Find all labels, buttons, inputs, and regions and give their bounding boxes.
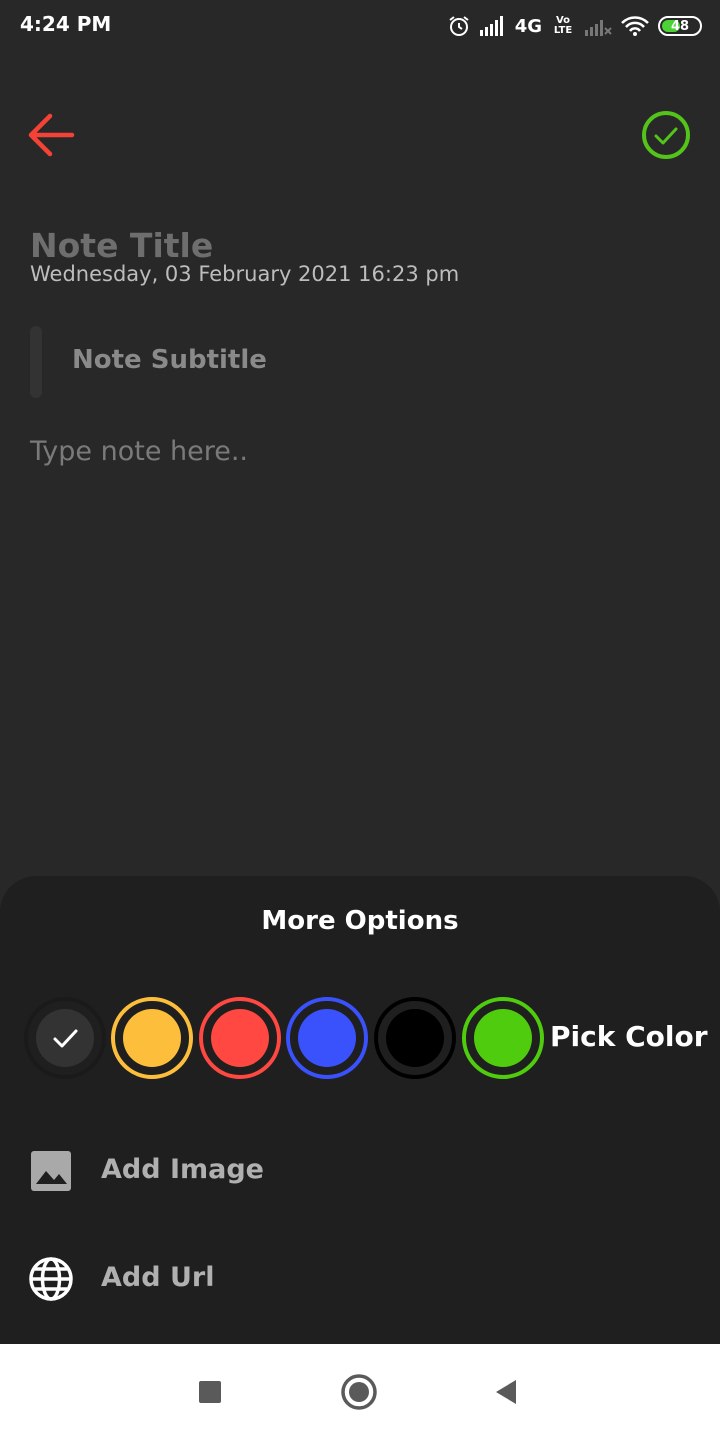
save-note-button[interactable] bbox=[640, 109, 692, 161]
note-subtitle-input[interactable]: Note Subtitle bbox=[72, 345, 267, 375]
circle-icon bbox=[341, 1374, 377, 1410]
square-icon bbox=[199, 1381, 221, 1403]
nav-back-button[interactable] bbox=[480, 1366, 532, 1418]
recents-button[interactable] bbox=[184, 1366, 236, 1418]
wifi-icon bbox=[621, 16, 649, 36]
color-swatch-red[interactable] bbox=[199, 997, 281, 1079]
back-button[interactable] bbox=[24, 108, 78, 162]
pick-color-label: Pick Color bbox=[550, 1020, 708, 1053]
home-button[interactable] bbox=[333, 1366, 385, 1418]
check-circle-icon bbox=[642, 111, 690, 159]
status-bar: 4:24 PM 4G Vo LTE 48 bbox=[0, 0, 720, 52]
signal-icon bbox=[479, 16, 503, 36]
arrow-left-icon bbox=[28, 113, 75, 157]
color-swatch-default[interactable] bbox=[24, 997, 106, 1079]
note-date: Wednesday, 03 February 2021 16:23 pm bbox=[30, 262, 460, 286]
battery-level: 48 bbox=[670, 18, 690, 34]
note-title-input[interactable]: Note Title bbox=[30, 226, 213, 265]
add-url-option[interactable]: Add Url bbox=[101, 1262, 214, 1293]
add-image-option[interactable]: Add Image bbox=[101, 1154, 264, 1185]
color-swatch-green[interactable] bbox=[462, 997, 544, 1079]
status-time: 4:24 PM bbox=[20, 12, 112, 36]
status-icons: 4G Vo LTE 48 bbox=[447, 11, 702, 41]
volte-icon: Vo LTE bbox=[553, 15, 573, 36]
signal-weak-icon bbox=[585, 20, 612, 36]
network-type: 4G bbox=[514, 15, 542, 37]
system-nav-bar bbox=[0, 1344, 720, 1440]
subtitle-indicator bbox=[30, 326, 42, 398]
globe-icon[interactable] bbox=[28, 1256, 74, 1302]
more-options-title[interactable]: More Options bbox=[0, 906, 720, 936]
check-icon bbox=[53, 1029, 78, 1048]
triangle-back-icon bbox=[496, 1380, 516, 1404]
image-icon[interactable] bbox=[28, 1148, 74, 1194]
color-swatch-yellow[interactable] bbox=[111, 997, 193, 1079]
color-swatch-blue[interactable] bbox=[286, 997, 368, 1079]
battery-icon: 48 bbox=[658, 16, 702, 36]
color-swatch-black[interactable] bbox=[374, 997, 456, 1079]
alarm-icon bbox=[449, 16, 469, 36]
note-body-input[interactable]: Type note here.. bbox=[30, 436, 248, 467]
